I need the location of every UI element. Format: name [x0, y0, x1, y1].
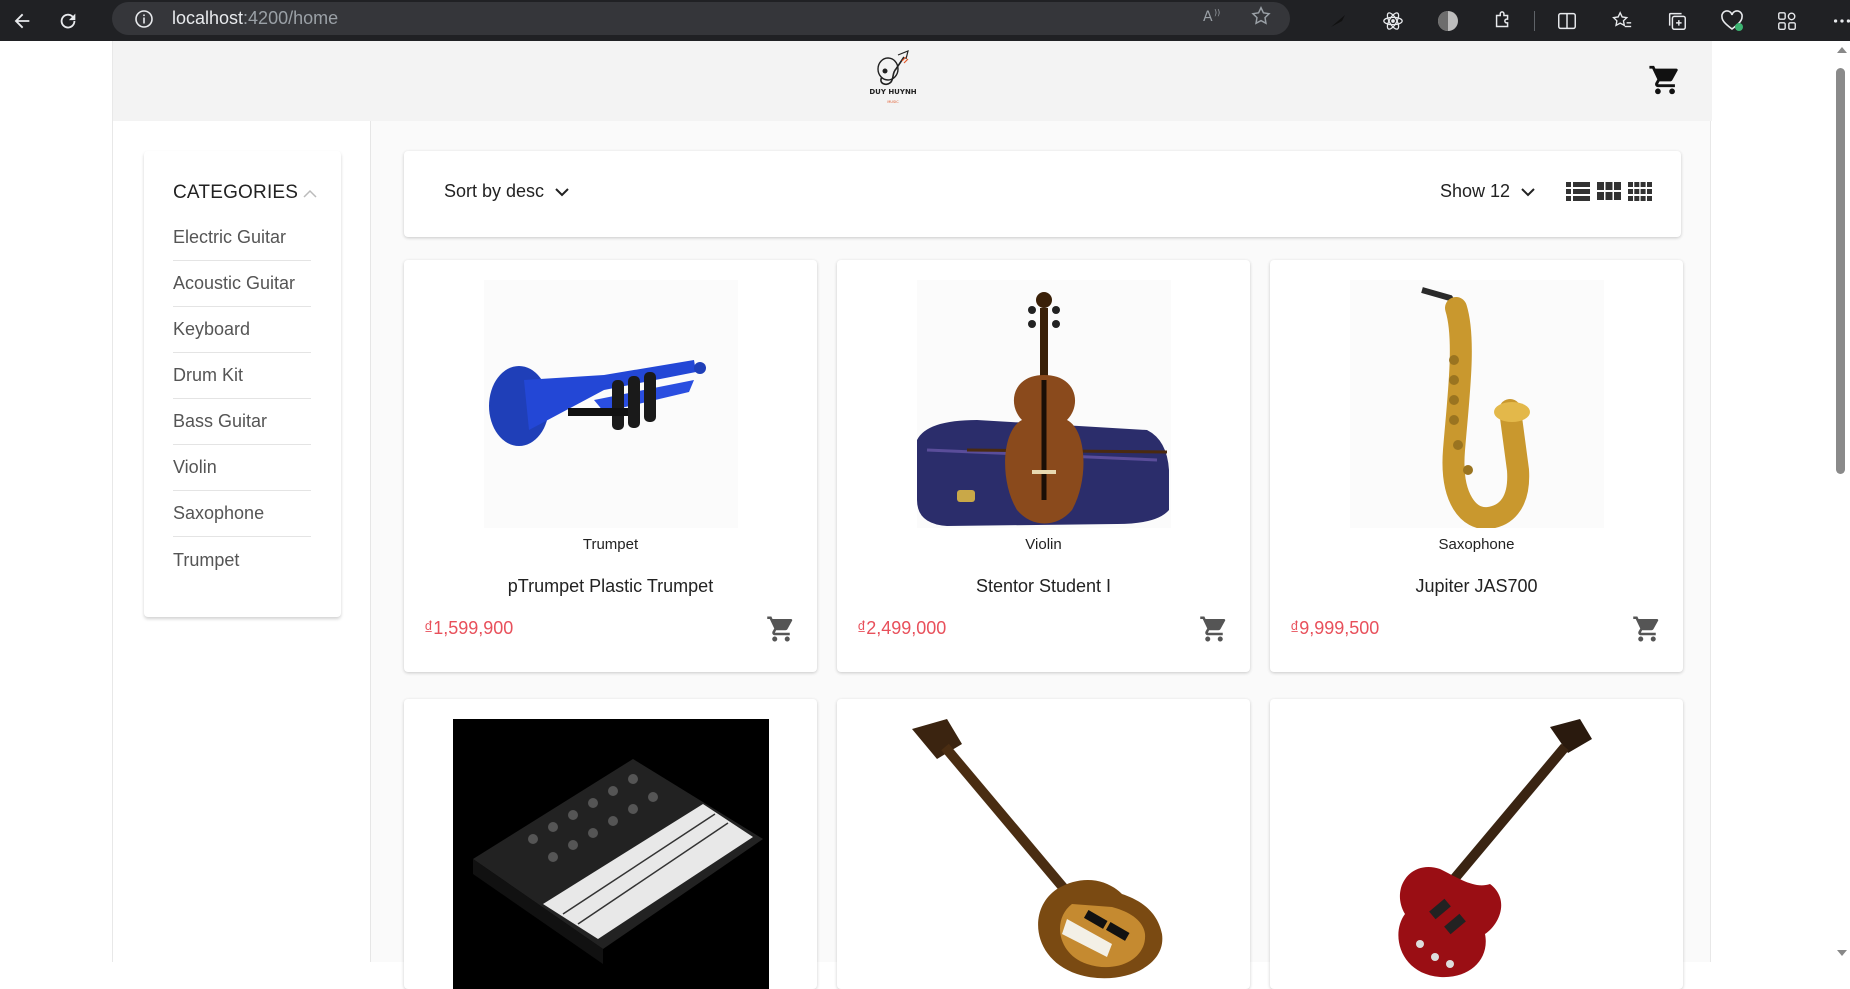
chevron-up-icon[interactable] [302, 186, 318, 198]
sidebar: CATEGORIES Electric Guitar Acoustic Guit… [113, 121, 371, 962]
product-category: Saxophone [1438, 536, 1515, 553]
add-to-cart-icon[interactable] [1199, 614, 1229, 644]
category-item-drum-kit[interactable]: Drum Kit [173, 353, 311, 399]
list-view-icon[interactable] [1566, 181, 1590, 201]
shopping-cart-icon[interactable] [1648, 63, 1682, 97]
product-toolbar: Sort by desc Show 12 [404, 151, 1681, 237]
site-header: DUY HUYNH MUSIC [113, 41, 1712, 121]
more-icon[interactable] [1814, 0, 1850, 41]
product-card[interactable]: Violin Stentor Student I ₫2,499,000 [837, 260, 1250, 672]
browser-toolbar: localhost:4200/home A)) [0, 0, 1850, 41]
show-count-dropdown[interactable]: Show 12 [1440, 181, 1536, 202]
product-image-trumpet[interactable] [484, 280, 738, 528]
product-image-violin[interactable] [917, 280, 1171, 528]
view-mode-switcher [1566, 181, 1652, 201]
favorite-star-icon[interactable] [1250, 5, 1272, 32]
add-to-cart-icon[interactable] [766, 614, 796, 644]
product-price: ₫1,599,900 [424, 618, 514, 638]
product-image-saxophone[interactable] [1350, 280, 1604, 530]
profile-circle-icon[interactable] [1420, 0, 1475, 41]
product-category: Violin [1025, 536, 1062, 553]
extension-dark-icon[interactable] [1310, 0, 1365, 41]
scroll-up-arrow-icon[interactable] [1837, 47, 1847, 53]
address-bar[interactable]: localhost:4200/home A)) [112, 2, 1290, 35]
sort-dropdown[interactable]: Sort by desc [444, 181, 570, 202]
product-card[interactable] [837, 699, 1250, 989]
chevron-down-icon [1521, 187, 1535, 196]
category-item-saxophone[interactable]: Saxophone [173, 491, 311, 537]
sort-label: Sort by desc [444, 181, 545, 201]
category-item-bass-guitar[interactable]: Bass Guitar [173, 399, 311, 445]
page-viewport: DUY HUYNH MUSIC CATEGORIES Electric Guit… [0, 41, 1850, 989]
toolbar-divider [1534, 10, 1535, 31]
logo-text: DUY HUYNH [869, 88, 916, 96]
categories-panel: CATEGORIES Electric Guitar Acoustic Guit… [144, 151, 341, 617]
product-card[interactable] [1270, 699, 1683, 989]
product-image-electric-guitar[interactable] [1350, 719, 1620, 989]
sidebar-icon[interactable] [1759, 0, 1814, 41]
product-card[interactable]: Trumpet pTrumpet Plastic Trumpet ₫1,599,… [404, 260, 817, 672]
show-label: Show 12 [1440, 181, 1511, 201]
react-devtools-icon[interactable] [1365, 0, 1420, 41]
extensions-puzzle-icon[interactable] [1475, 0, 1530, 41]
categories-title[interactable]: CATEGORIES [173, 182, 298, 204]
back-icon[interactable] [2, 1, 42, 41]
app-container: DUY HUYNH MUSIC CATEGORIES Electric Guit… [112, 41, 1712, 989]
browser-essentials-icon[interactable] [1704, 0, 1759, 41]
scroll-down-arrow-icon[interactable] [1837, 950, 1847, 956]
url-text: localhost:4200/home [172, 8, 339, 28]
category-item-violin[interactable]: Violin [173, 445, 311, 491]
product-name[interactable]: Stentor Student I [837, 576, 1250, 597]
product-name[interactable]: Jupiter JAS700 [1270, 576, 1683, 597]
add-to-cart-icon[interactable] [1632, 614, 1662, 644]
page-scrollbar[interactable] [1832, 41, 1850, 962]
split-screen-icon[interactable] [1539, 0, 1594, 41]
product-category: Trumpet [582, 536, 639, 553]
category-item-keyboard[interactable]: Keyboard [173, 307, 311, 353]
grid-4-view-icon[interactable] [1628, 181, 1652, 201]
product-card[interactable]: Saxophone Jupiter JAS700 ₫9,999,500 [1270, 260, 1683, 672]
info-icon[interactable] [134, 9, 154, 29]
product-price: ₫9,999,500 [1290, 618, 1380, 638]
category-item-electric-guitar[interactable]: Electric Guitar [173, 215, 311, 261]
product-image-synthesizer[interactable] [453, 719, 769, 989]
product-price: ₫2,499,000 [857, 618, 947, 638]
grid-3-view-icon[interactable] [1597, 181, 1621, 201]
favorites-icon[interactable] [1594, 0, 1649, 41]
read-aloud-icon[interactable]: A)) [1202, 6, 1224, 31]
product-name[interactable]: pTrumpet Plastic Trumpet [404, 576, 817, 597]
svg-text:A: A [1203, 9, 1213, 25]
svg-text:)): )) [1214, 8, 1220, 17]
chevron-down-icon [555, 187, 569, 196]
reload-icon[interactable] [48, 1, 88, 41]
site-logo[interactable]: DUY HUYNH MUSIC [858, 47, 928, 109]
collections-icon[interactable] [1649, 0, 1704, 41]
category-item-acoustic-guitar[interactable]: Acoustic Guitar [173, 261, 311, 307]
category-item-trumpet[interactable]: Trumpet [173, 537, 311, 583]
product-image-bass-guitar[interactable] [907, 719, 1177, 989]
scrollbar-thumb[interactable] [1836, 68, 1845, 474]
product-card[interactable] [404, 699, 817, 989]
logo-subtext: MUSIC [887, 100, 899, 104]
categories-list: Electric Guitar Acoustic Guitar Keyboard… [173, 215, 311, 583]
